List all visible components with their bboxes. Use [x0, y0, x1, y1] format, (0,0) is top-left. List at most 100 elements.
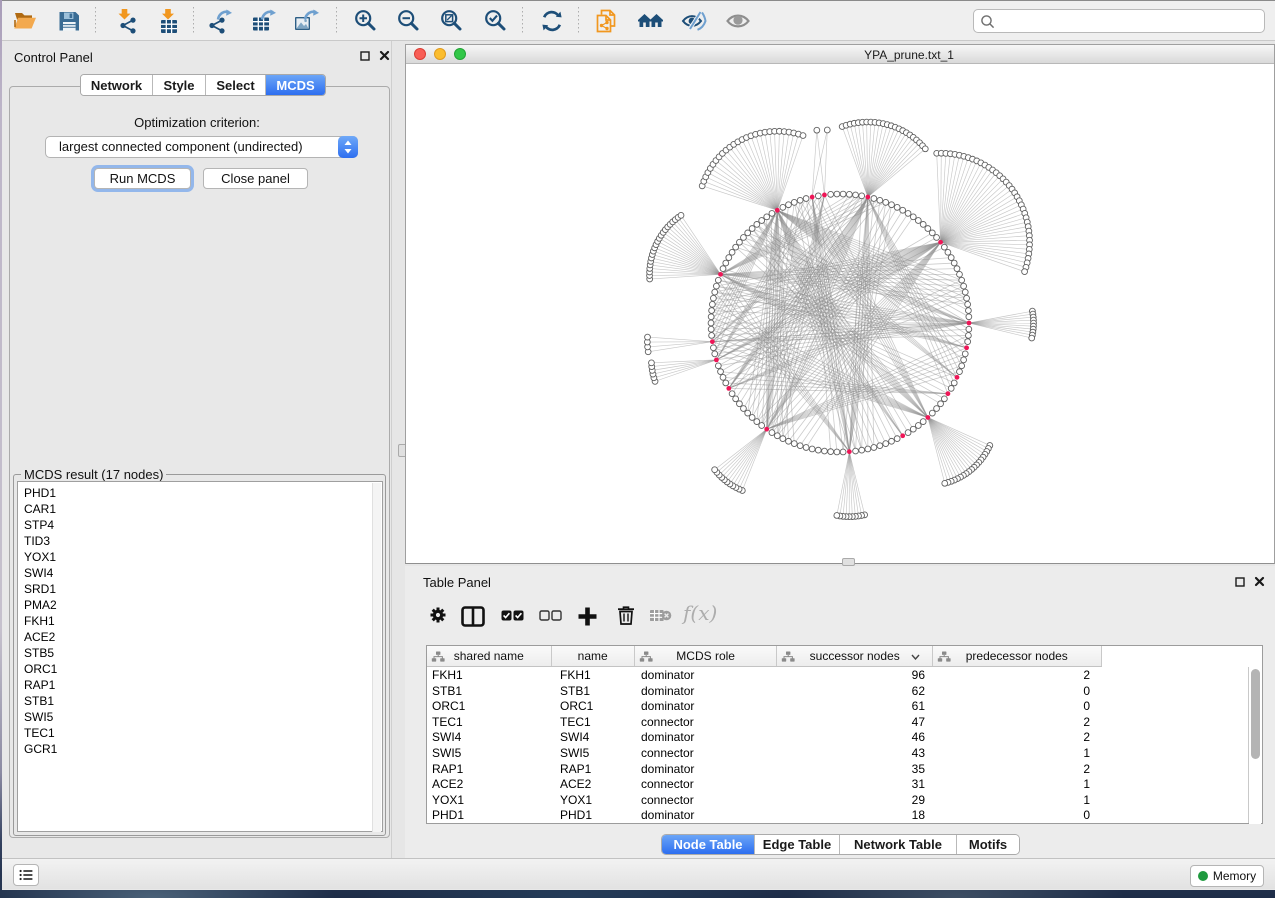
network-node[interactable]: [883, 199, 889, 205]
network-node[interactable]: [900, 207, 906, 213]
network-node[interactable]: [759, 423, 765, 429]
network-node[interactable]: [803, 445, 809, 451]
network-node[interactable]: [941, 396, 947, 402]
network-node[interactable]: [859, 193, 865, 199]
export-table-icon[interactable]: [251, 8, 277, 34]
column-header-shared-name[interactable]: shared name: [427, 646, 552, 666]
network-node[interactable]: [957, 271, 963, 277]
network-node[interactable]: [780, 436, 786, 442]
network-node[interactable]: [715, 363, 721, 369]
mcds-result-item[interactable]: ACE2: [24, 629, 382, 645]
network-node[interactable]: [959, 277, 965, 283]
tab-network-table[interactable]: Network Table: [840, 835, 957, 854]
network-node[interactable]: [733, 396, 739, 402]
network-node[interactable]: [791, 199, 797, 205]
network-node[interactable]: [929, 230, 935, 236]
column-header-MCDS-role[interactable]: MCDS role: [635, 646, 778, 666]
mcds-result-item[interactable]: STB1: [24, 693, 382, 709]
network-node[interactable]: [959, 363, 965, 369]
network-node[interactable]: [709, 308, 715, 314]
duplicate-network-icon[interactable]: [594, 8, 620, 34]
open-file-icon[interactable]: [12, 8, 38, 34]
table-row-ACE2[interactable]: ACE2ACE2connector311: [427, 776, 1248, 792]
network-hub-node-ORC1[interactable]: [938, 240, 943, 245]
network-hub-node-TID3[interactable]: [955, 375, 960, 380]
network-node[interactable]: [948, 385, 954, 391]
control-panel-float-icon[interactable]: [360, 51, 370, 61]
hide-selected-icon[interactable]: [681, 8, 707, 34]
network-node[interactable]: [834, 513, 840, 519]
network-hub-node-RAP1[interactable]: [718, 272, 723, 277]
split-columns-icon[interactable]: [461, 606, 485, 627]
search-input[interactable]: [973, 9, 1265, 33]
network-node[interactable]: [922, 146, 928, 152]
column-header-successor-nodes[interactable]: successor nodes: [777, 646, 933, 666]
network-node[interactable]: [910, 214, 916, 220]
delete-column-icon[interactable]: [617, 605, 635, 625]
network-hub-node-STB1[interactable]: [865, 195, 870, 200]
show-hidden-icon[interactable]: [725, 8, 751, 34]
mcds-result-item[interactable]: PMA2: [24, 597, 382, 613]
network-node[interactable]: [865, 446, 871, 452]
network-node[interactable]: [934, 235, 940, 241]
network-node[interactable]: [708, 326, 714, 332]
network-node[interactable]: [791, 441, 797, 447]
network-node[interactable]: [840, 449, 846, 455]
network-node[interactable]: [828, 449, 834, 455]
network-node[interactable]: [726, 255, 732, 261]
network-node[interactable]: [915, 218, 921, 224]
select-all-check-icon[interactable]: [501, 610, 524, 622]
network-node[interactable]: [962, 289, 968, 295]
tab-edge-table[interactable]: Edge Table: [755, 835, 840, 854]
network-node[interactable]: [966, 314, 972, 320]
network-node[interactable]: [720, 374, 726, 380]
table-row-SWI5[interactable]: SWI5SWI5connector431: [427, 745, 1248, 761]
network-node[interactable]: [934, 406, 940, 412]
network-node[interactable]: [708, 320, 714, 326]
network-node[interactable]: [737, 239, 743, 245]
table-row-YOX1[interactable]: YOX1YOX1connector291: [427, 792, 1248, 808]
network-node[interactable]: [1022, 269, 1028, 275]
network-node[interactable]: [774, 433, 780, 439]
network-node[interactable]: [961, 357, 967, 363]
network-node[interactable]: [809, 446, 815, 452]
network-node[interactable]: [965, 301, 971, 307]
network-node[interactable]: [824, 127, 830, 133]
network-hub-node-SWI5[interactable]: [764, 427, 769, 432]
network-hub-node-GCR1[interactable]: [847, 449, 852, 454]
network-node[interactable]: [786, 202, 792, 208]
network-node[interactable]: [723, 380, 729, 386]
network-node[interactable]: [712, 467, 718, 473]
network-node[interactable]: [834, 449, 840, 455]
network-node[interactable]: [708, 314, 714, 320]
network-canvas[interactable]: [406, 65, 1274, 563]
mcds-result-item[interactable]: SWI5: [24, 709, 382, 725]
network-node[interactable]: [822, 448, 828, 454]
network-hub-node-SWI4[interactable]: [967, 321, 972, 326]
close-panel-button[interactable]: Close panel: [203, 168, 308, 189]
network-node[interactable]: [780, 204, 786, 210]
network-node[interactable]: [961, 283, 967, 289]
table-panel-float-icon[interactable]: [1235, 577, 1245, 587]
show-all-neighbors-icon[interactable]: [637, 8, 663, 34]
zoom-fit-icon[interactable]: [439, 8, 465, 34]
network-node[interactable]: [905, 430, 911, 436]
network-node[interactable]: [723, 260, 729, 266]
deselect-all-icon[interactable]: [539, 610, 562, 622]
network-node[interactable]: [910, 426, 916, 432]
network-node[interactable]: [712, 289, 718, 295]
mcds-result-item[interactable]: FKH1: [24, 613, 382, 629]
network-node[interactable]: [800, 133, 806, 139]
network-node[interactable]: [966, 326, 972, 332]
table-row-STB1[interactable]: STB1STB1dominator620: [427, 683, 1248, 699]
network-node[interactable]: [711, 345, 717, 351]
network-node[interactable]: [754, 222, 760, 228]
tab-mcds[interactable]: MCDS: [266, 75, 325, 95]
network-hub-node-STB5[interactable]: [810, 195, 815, 200]
network-node[interactable]: [889, 438, 895, 444]
network-node[interactable]: [954, 266, 960, 272]
network-node[interactable]: [877, 443, 883, 449]
network-node[interactable]: [797, 443, 803, 449]
network-hub-node-ACE2[interactable]: [714, 357, 719, 362]
network-node[interactable]: [741, 406, 747, 412]
